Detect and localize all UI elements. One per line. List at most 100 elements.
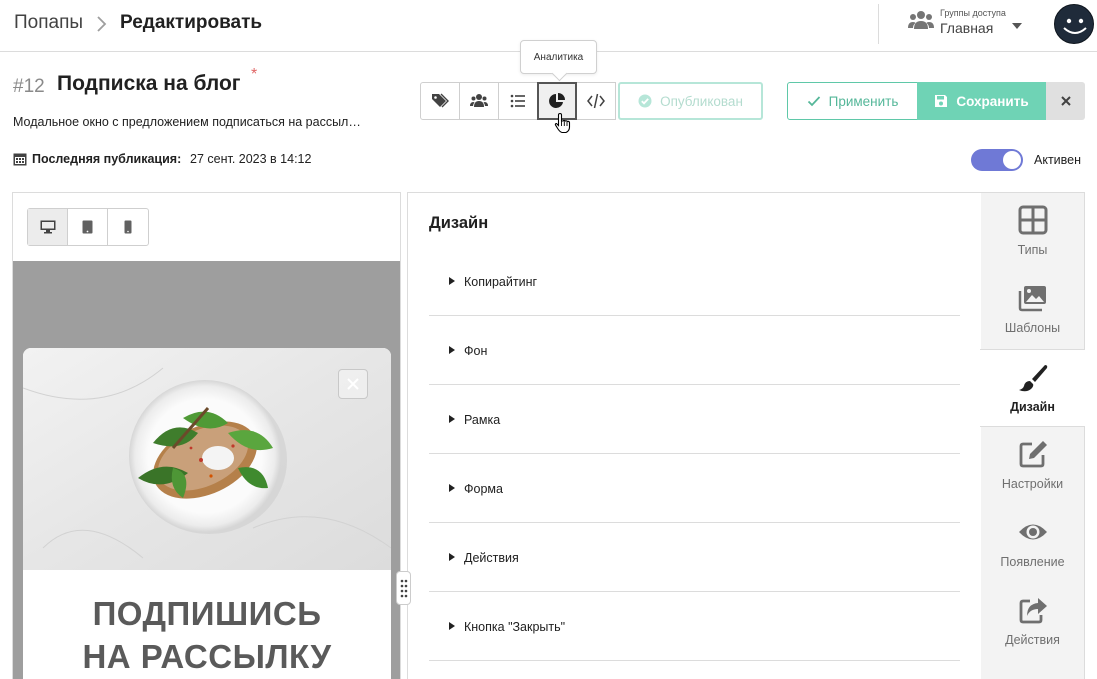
side-nav-types[interactable]: Типы <box>981 193 1084 271</box>
toolbar <box>420 82 616 120</box>
popup-heading-line2: НА РАССЫЛКУ <box>82 638 332 675</box>
item-number: #12 <box>13 76 45 97</box>
share-icon <box>1019 598 1047 624</box>
preview-panel: ПОДПИШИСЬ НА РАССЫЛКУ <box>12 192 401 679</box>
published-button[interactable]: Опубликован <box>618 82 763 120</box>
side-nav-label: Дизайн <box>1010 400 1055 414</box>
accordion-copywriting[interactable]: Копирайтинг <box>429 247 960 316</box>
side-nav: Типы Шаблоны Дизайн Настройки Появление <box>980 192 1085 679</box>
check-circle-icon <box>638 94 652 108</box>
save-button[interactable]: Сохранить <box>917 82 1046 120</box>
save-label: Сохранить <box>956 93 1029 109</box>
brush-icon <box>1018 365 1047 392</box>
access-group-caption: Группы доступа <box>940 8 1006 18</box>
analytics-tooltip: Аналитика <box>520 40 597 74</box>
grid-icon <box>1018 205 1047 235</box>
food-plate-image <box>23 348 391 570</box>
side-nav-appearance[interactable]: Появление <box>981 505 1084 583</box>
code-icon <box>587 93 605 109</box>
caret-right-icon <box>449 346 455 354</box>
images-icon <box>1018 286 1046 312</box>
accordion-label: Фон <box>464 344 488 358</box>
top-divider <box>878 4 879 44</box>
chart-pie-icon <box>549 93 565 108</box>
accordion-label: Форма <box>464 482 503 496</box>
side-nav-label: Типы <box>1017 243 1048 257</box>
mobile-view-button[interactable] <box>108 209 148 245</box>
caret-down-icon[interactable] <box>1011 22 1023 30</box>
apply-button[interactable]: Применить <box>787 82 918 120</box>
active-label: Активен <box>1034 153 1082 167</box>
breadcrumb-root-link[interactable]: Попапы <box>14 12 83 34</box>
popup-preview: ПОДПИШИСЬ НА РАССЫЛКУ <box>23 348 391 679</box>
audience-button[interactable] <box>459 82 499 120</box>
check-icon <box>807 96 820 107</box>
users-icon <box>470 94 488 107</box>
desktop-view-button[interactable] <box>28 209 68 245</box>
required-mark: * <box>251 66 258 83</box>
side-nav-settings[interactable]: Настройки <box>981 427 1084 505</box>
eye-icon <box>1018 524 1047 540</box>
accordion-label: Кнопка "Закрыть" <box>464 620 566 634</box>
access-group-select[interactable]: Главная <box>940 20 993 36</box>
accordion-form[interactable]: Форма <box>429 454 960 523</box>
accordion-label: Действия <box>464 551 519 565</box>
caret-right-icon <box>449 415 455 423</box>
published-label: Опубликован <box>660 93 743 109</box>
preview-canvas: ПОДПИШИСЬ НА РАССЫЛКУ <box>13 261 400 679</box>
design-panel: Дизайн Копирайтинг Фон Рамка Форма Дейст… <box>407 192 982 679</box>
close-icon <box>1060 96 1071 106</box>
close-button[interactable] <box>1046 82 1085 120</box>
chevron-right-icon <box>97 16 107 32</box>
avatar[interactable] <box>1054 4 1094 44</box>
side-nav-label: Появление <box>1000 555 1065 569</box>
close-icon <box>347 378 359 390</box>
accordion-label: Копирайтинг <box>464 275 538 289</box>
popup-heading-line1: ПОДПИШИСЬ <box>92 595 322 632</box>
item-description: Модальное окно с предложением подписатьс… <box>13 115 361 129</box>
drag-handle-icon <box>400 579 407 598</box>
popup-image <box>23 348 391 570</box>
side-nav-label: Настройки <box>1001 477 1064 491</box>
caret-right-icon <box>449 484 455 492</box>
side-nav-design[interactable]: Дизайн <box>980 349 1085 427</box>
accordion-close-button[interactable]: Кнопка "Закрыть" <box>429 592 960 661</box>
last-published-value: 27 сент. 2023 в 14:12 <box>190 152 312 166</box>
side-nav-label: Шаблоны <box>1004 321 1061 335</box>
tags-icon <box>432 93 449 108</box>
accordion-label: Рамка <box>464 413 501 427</box>
accordion-border[interactable]: Рамка <box>429 385 960 454</box>
list-icon <box>510 94 525 108</box>
accordion-background[interactable]: Фон <box>429 316 960 385</box>
last-published-label: Последняя публикация: <box>32 152 182 166</box>
tablet-icon <box>82 220 93 234</box>
smiley-icon <box>1063 18 1087 34</box>
tablet-view-button[interactable] <box>68 209 108 245</box>
panel-resize-handle[interactable] <box>396 571 411 605</box>
mobile-icon <box>124 220 132 234</box>
breadcrumb-current: Редактировать <box>120 12 263 33</box>
popup-close-button[interactable] <box>338 369 368 399</box>
tags-button[interactable] <box>420 82 460 120</box>
caret-right-icon <box>449 277 455 285</box>
code-button[interactable] <box>576 82 616 120</box>
list-button[interactable] <box>498 82 538 120</box>
desktop-icon <box>40 220 55 234</box>
device-switcher <box>27 208 149 246</box>
side-nav-actions[interactable]: Действия <box>981 583 1084 661</box>
toggle-knob <box>1003 151 1021 169</box>
popup-heading: ПОДПИШИСЬ НА РАССЫЛКУ <box>23 592 391 678</box>
save-icon <box>935 95 948 107</box>
page-title: Подписка на блог <box>57 72 241 95</box>
pointer-cursor-icon <box>554 112 571 134</box>
side-nav-templates[interactable]: Шаблоны <box>981 271 1084 349</box>
calendar-icon <box>13 153 27 166</box>
side-nav-label: Действия <box>1005 633 1060 647</box>
apply-label: Применить <box>828 93 899 109</box>
active-toggle[interactable] <box>971 149 1023 171</box>
caret-right-icon <box>449 622 455 630</box>
caret-right-icon <box>449 553 455 561</box>
users-icon <box>908 11 934 29</box>
design-title: Дизайн <box>429 214 489 232</box>
accordion-actions[interactable]: Действия <box>429 523 960 592</box>
